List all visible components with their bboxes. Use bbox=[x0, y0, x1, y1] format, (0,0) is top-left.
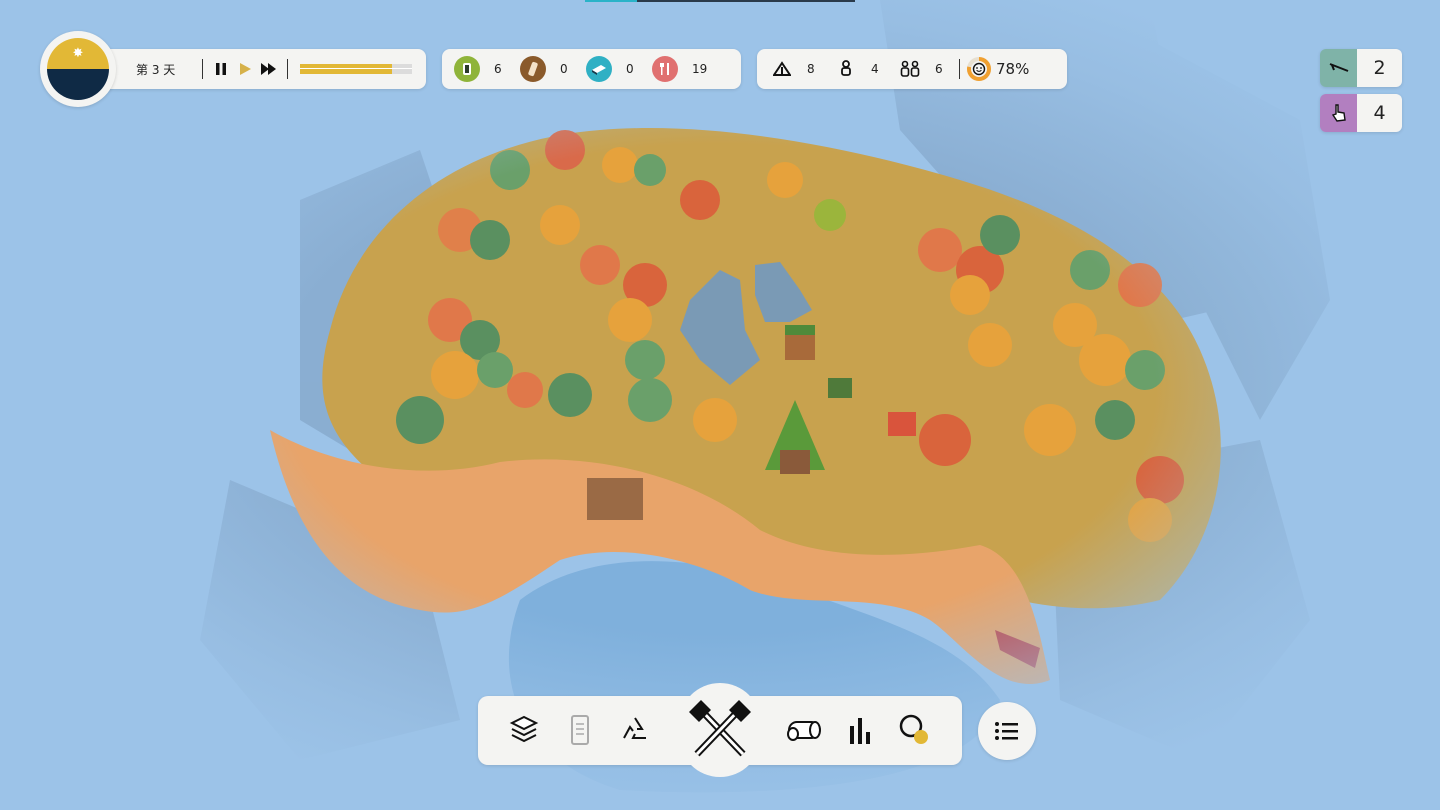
storage-button[interactable] bbox=[782, 708, 826, 752]
top-progress-line bbox=[585, 0, 855, 2]
seeds-count: 6 bbox=[494, 62, 502, 76]
workers-count: 4 bbox=[1357, 94, 1402, 132]
layers-button[interactable] bbox=[502, 708, 546, 752]
hunters-count: 2 bbox=[1357, 49, 1402, 87]
resources-panel: 6 0 0 19 bbox=[442, 49, 741, 89]
happiness-value: 78% bbox=[996, 60, 1030, 78]
recycle-icon bbox=[623, 717, 646, 739]
recycle-button[interactable] bbox=[613, 708, 657, 752]
resource-seeds[interactable]: 6 bbox=[454, 56, 516, 82]
time-controls: 第 3 天 bbox=[106, 49, 426, 89]
scroll-button[interactable] bbox=[558, 708, 602, 752]
stone-icon bbox=[586, 56, 612, 82]
play-icon bbox=[240, 63, 251, 75]
fast-forward-icon bbox=[261, 63, 276, 75]
hunters-counter[interactable]: 2 bbox=[1320, 49, 1402, 87]
stat-families[interactable]: 6 bbox=[899, 58, 957, 80]
tents-count: 8 bbox=[807, 62, 815, 76]
scroll-icon bbox=[571, 715, 589, 745]
families-count: 6 bbox=[935, 62, 943, 76]
food-icon bbox=[652, 56, 678, 82]
pause-icon bbox=[216, 63, 226, 75]
stat-happiness[interactable]: 78% bbox=[966, 56, 1029, 82]
day-progress-fill bbox=[300, 64, 392, 74]
pause-button[interactable] bbox=[209, 57, 233, 81]
logs-icon bbox=[787, 721, 821, 741]
stone-count: 0 bbox=[626, 62, 634, 76]
happiness-icon bbox=[967, 57, 991, 81]
resource-food[interactable]: 19 bbox=[652, 56, 714, 82]
stat-adults[interactable]: 4 bbox=[835, 58, 893, 80]
play-button[interactable] bbox=[233, 57, 257, 81]
resource-wood[interactable]: 0 bbox=[520, 56, 582, 82]
day-label: 第 3 天 bbox=[136, 62, 176, 77]
fast-forward-button[interactable] bbox=[257, 57, 281, 81]
divider bbox=[202, 59, 203, 79]
search-icon bbox=[899, 714, 928, 744]
food-count: 19 bbox=[692, 62, 708, 76]
rifle-icon bbox=[1320, 49, 1357, 87]
wood-count: 0 bbox=[560, 62, 568, 76]
layers-icon bbox=[509, 715, 539, 743]
pointing-hand-icon bbox=[1320, 94, 1357, 132]
sun-icon: ✸ bbox=[72, 46, 84, 61]
resource-stone[interactable]: 0 bbox=[586, 56, 648, 82]
menu-button[interactable] bbox=[978, 702, 1036, 760]
person-icon bbox=[835, 58, 857, 80]
divider bbox=[959, 59, 960, 79]
day-night-clock[interactable]: ✸ bbox=[40, 31, 116, 107]
build-hammers-icon bbox=[689, 700, 751, 757]
wood-log-icon bbox=[520, 56, 546, 82]
adults-count: 4 bbox=[871, 62, 879, 76]
divider bbox=[287, 59, 288, 79]
seed-icon bbox=[454, 56, 480, 82]
list-menu-icon bbox=[995, 722, 1018, 740]
statistics-button[interactable] bbox=[838, 708, 882, 752]
night-half bbox=[47, 69, 109, 100]
stat-tents[interactable]: 8 bbox=[771, 58, 829, 80]
family-icon bbox=[899, 58, 921, 80]
workers-counter[interactable]: 4 bbox=[1320, 94, 1402, 132]
bar-chart-icon bbox=[850, 718, 870, 744]
build-button[interactable] bbox=[679, 683, 761, 777]
search-button[interactable] bbox=[892, 708, 936, 752]
tent-icon bbox=[771, 58, 793, 80]
day-progress-bar bbox=[300, 61, 412, 77]
population-panel: 8 4 6 78% bbox=[757, 49, 1067, 89]
